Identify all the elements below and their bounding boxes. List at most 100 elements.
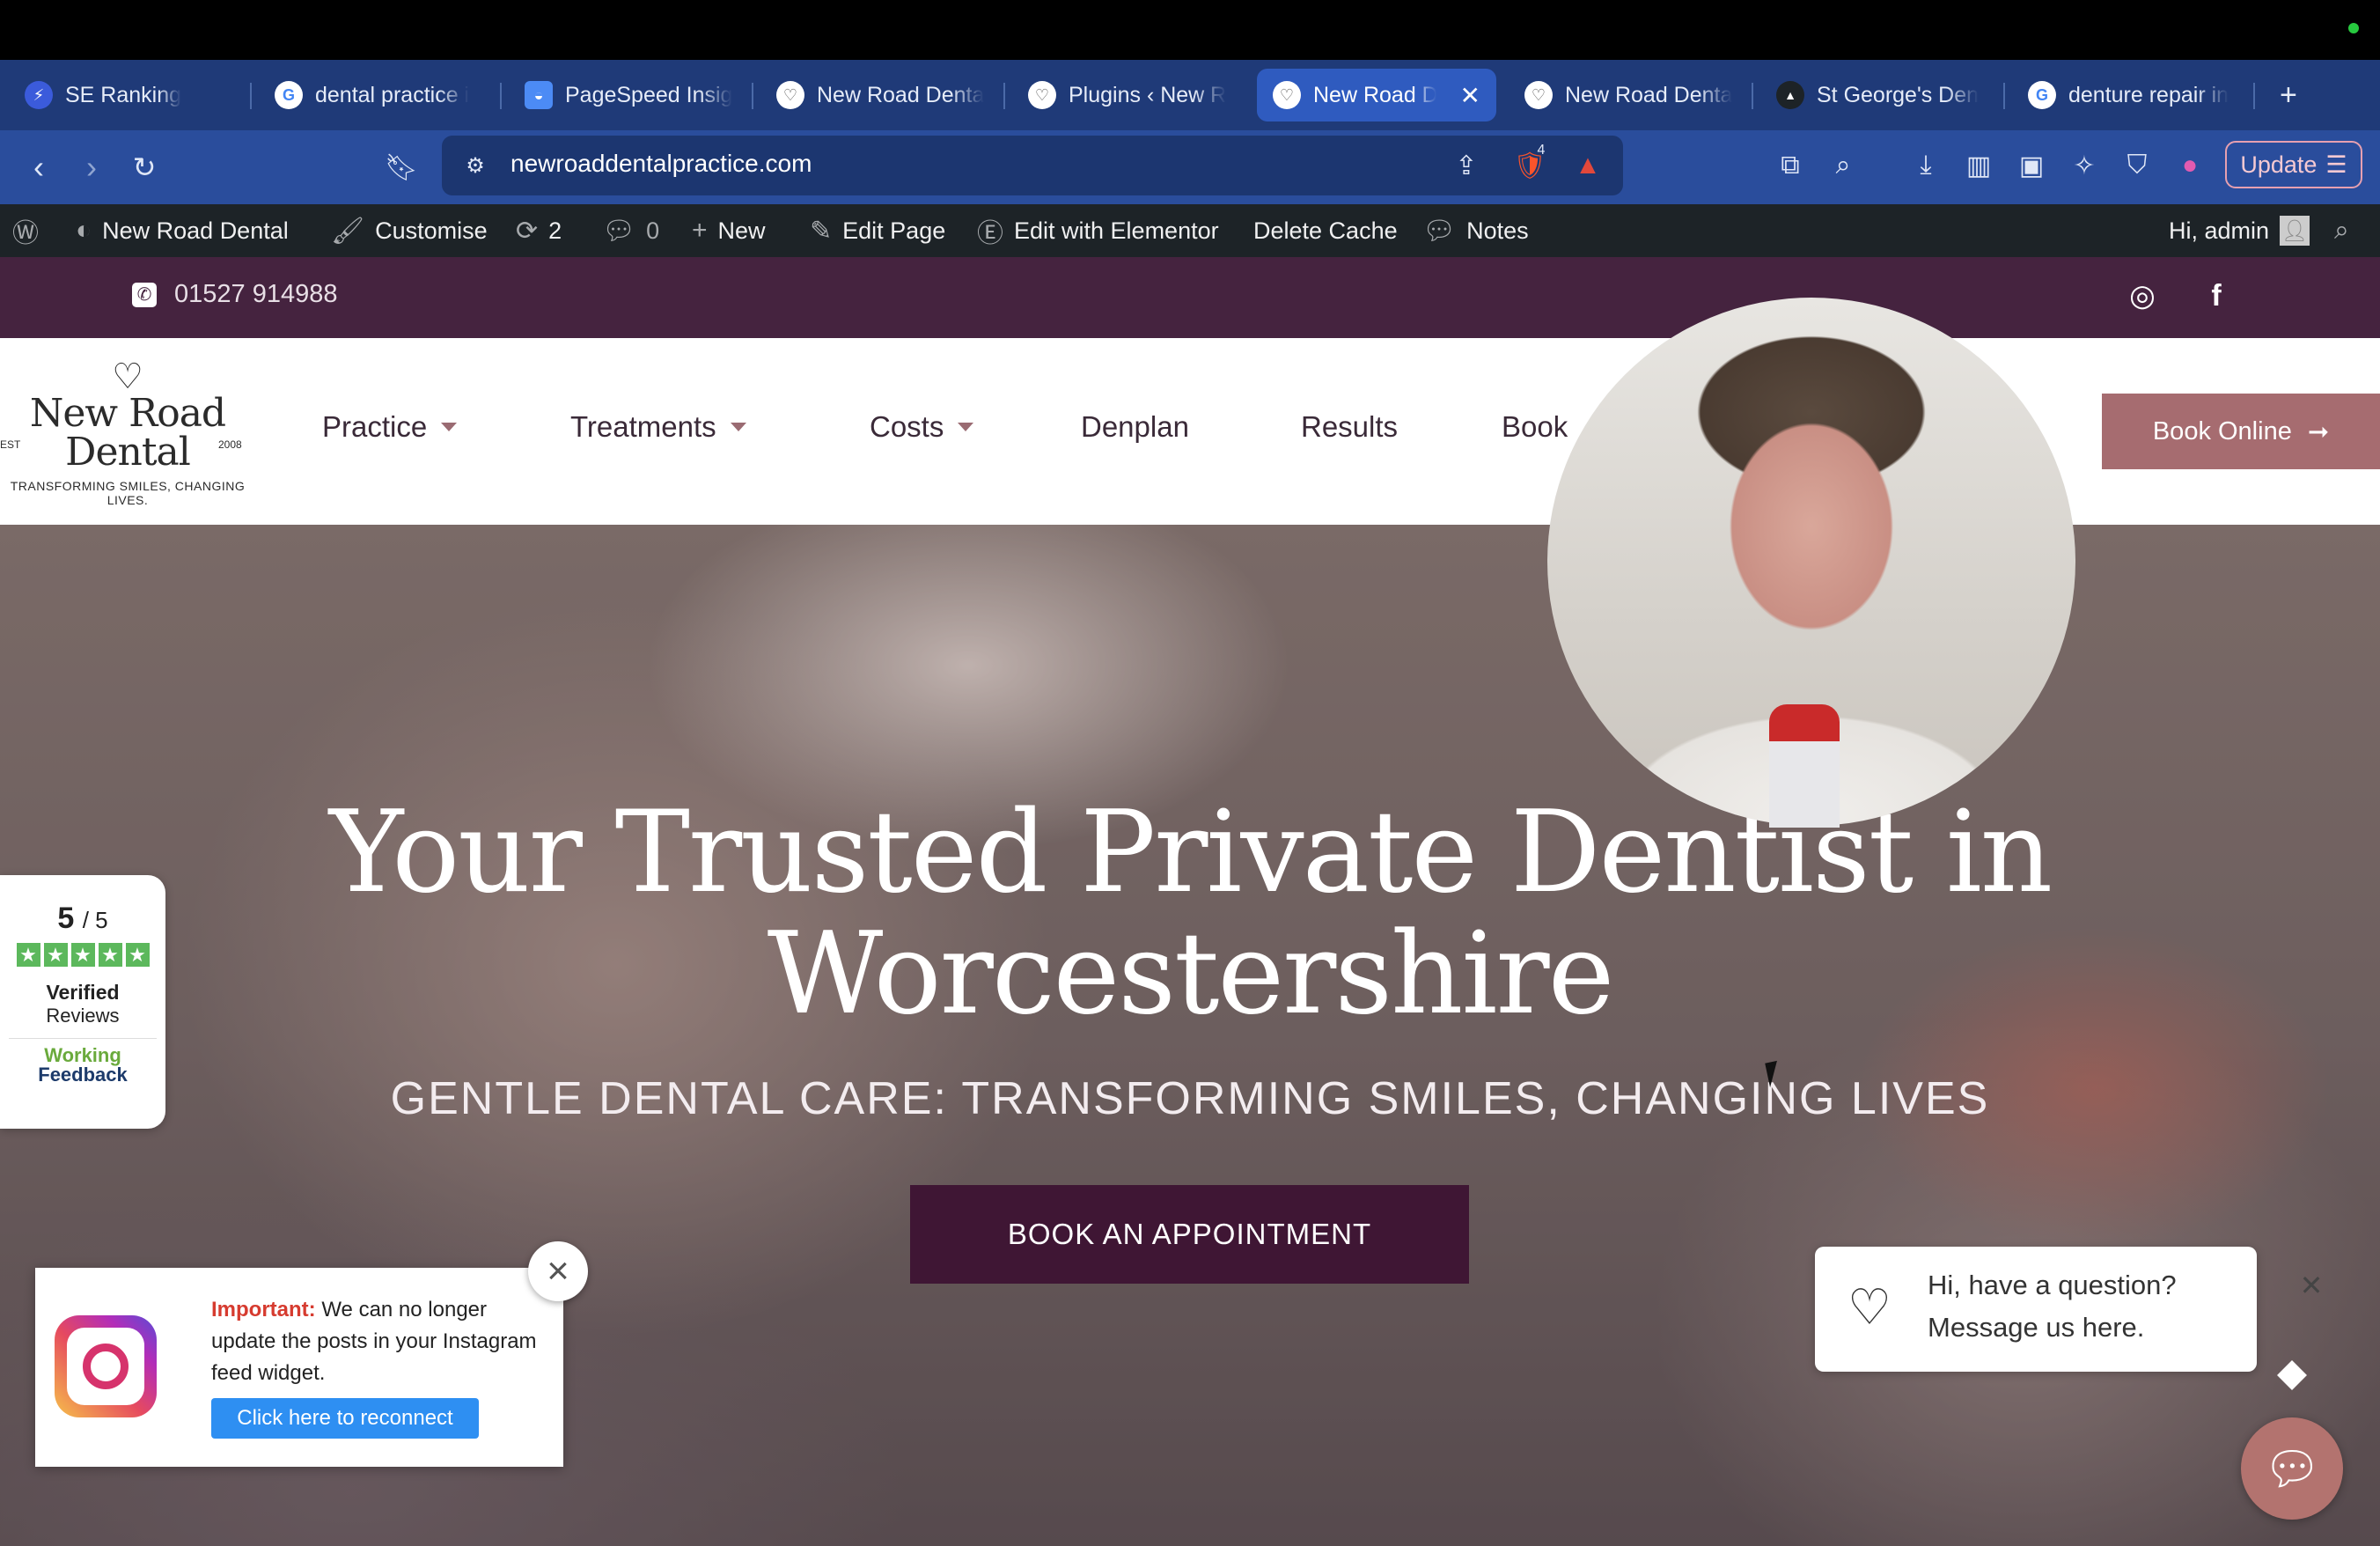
account-menu[interactable]: Hi, admin 👤︎ xyxy=(2169,204,2310,257)
site-settings-icon[interactable]: ⚙ xyxy=(458,148,493,183)
bottle-in-webcam xyxy=(1769,704,1840,828)
tab-title: Plugins ‹ New R xyxy=(1069,82,1227,107)
tooth-icon: ♡ xyxy=(1524,81,1553,109)
pencil-icon: ✎ xyxy=(810,216,833,246)
share-icon[interactable]: ⇪ xyxy=(1449,148,1484,183)
sidebar-icon[interactable]: ▥ xyxy=(1961,148,1996,183)
tab-strip: ⚡ SE Ranking G dental practice i ◒ PageS… xyxy=(0,60,2380,130)
edit-elementor-link[interactable]: Ⓔ Edit with Elementor xyxy=(977,204,1219,257)
site-logo[interactable]: ♡ New Road Dental TRANSFORMING SMILES, C… xyxy=(0,359,255,509)
tab-title: SE Ranking xyxy=(65,82,182,107)
reload-button[interactable]: ↻ xyxy=(123,146,165,188)
chat-icon: 💬︎ xyxy=(2262,1443,2321,1495)
chat-line2: Message us here. xyxy=(1928,1312,2145,1343)
back-button[interactable]: ‹ xyxy=(18,146,60,188)
leo-ai-icon[interactable]: ✧ xyxy=(2067,148,2102,183)
star-rating: ★ ★ ★ ★ ★ xyxy=(0,943,165,967)
comment-icon: 💬︎ xyxy=(602,216,636,246)
tab-denture-repair[interactable]: G denture repair in xyxy=(2012,69,2259,121)
tab-st-georges[interactable]: ▲ St George's Den xyxy=(1760,69,2007,121)
phone-icon: ✆ xyxy=(132,282,157,307)
caret-down-icon xyxy=(958,423,974,431)
facebook-icon[interactable]: f xyxy=(2199,278,2234,313)
logo-est: EST xyxy=(0,438,21,451)
avatar: 👤︎ xyxy=(2280,216,2310,246)
wordpress-logo-button[interactable]: Ⓦ xyxy=(12,204,39,257)
edit-elementor-label: Edit with Elementor xyxy=(1014,217,1219,244)
logo-name-line1: New Road xyxy=(29,391,226,436)
nav-label: Costs xyxy=(870,410,944,443)
nav-costs[interactable]: Costs xyxy=(870,410,974,444)
updates-link[interactable]: ⟳ 2 xyxy=(516,204,562,257)
comments-link[interactable]: 💬︎ 0 xyxy=(602,204,659,257)
search-icon: ⌕ xyxy=(2334,216,2349,245)
brave-rewards-icon[interactable]: ▲ xyxy=(1570,148,1605,183)
forward-button[interactable]: › xyxy=(70,146,113,188)
updates-icon: ⟳ xyxy=(516,216,539,246)
tooth-icon: ♡ xyxy=(1028,81,1056,109)
tab-plugins[interactable]: ♡ Plugins ‹ New R xyxy=(1012,69,1250,121)
edit-page-link[interactable]: ✎ Edit Page xyxy=(810,204,945,257)
se-ranking-icon: ⚡ xyxy=(25,81,53,109)
tab-title: New Road D xyxy=(1313,82,1436,107)
tab-title: denture repair in xyxy=(2068,82,2229,107)
vpn-icon[interactable]: ⛉ xyxy=(2119,148,2155,183)
notes-label: Notes xyxy=(1466,217,1529,244)
nav-treatments[interactable]: Treatments xyxy=(570,410,746,444)
wallet-icon[interactable]: ▣ xyxy=(2014,148,2049,183)
important-label: Important: xyxy=(211,1298,316,1321)
update-label: Update xyxy=(2240,151,2318,178)
book-appointment-button[interactable]: BOOK AN APPOINTMENT xyxy=(910,1185,1469,1284)
reader-mode-icon[interactable]: ⌕ xyxy=(1825,148,1861,183)
elementor-icon: Ⓔ xyxy=(977,219,1003,248)
tooth-icon: ♡ xyxy=(776,81,804,109)
tab-se-ranking[interactable]: ⚡ SE Ranking xyxy=(9,69,246,121)
tab-new-road-dental-active[interactable]: ♡ New Road D ✕ xyxy=(1257,69,1496,121)
wp-search-button[interactable]: ⌕ xyxy=(2334,204,2349,257)
shield-count-badge: 4 xyxy=(1537,143,1546,158)
st-george-icon: ▲ xyxy=(1776,81,1804,109)
hero-subtitle: GENTLE DENTAL CARE: TRANSFORMING SMILES,… xyxy=(390,1073,1990,1124)
book-online-button[interactable]: Book Online ➞ xyxy=(2102,394,2380,469)
phone-link[interactable]: ✆ 01527 914988 xyxy=(132,280,337,309)
greeting-label: Hi, admin xyxy=(2169,217,2270,244)
star-icon: ★ xyxy=(16,943,40,967)
nav-results[interactable]: Results xyxy=(1301,410,1398,444)
tab-title: PageSpeed Insig xyxy=(565,82,733,107)
brush-icon: 🖌︎ xyxy=(331,216,365,246)
new-tab-button[interactable]: + xyxy=(2264,69,2317,121)
profile-icon[interactable]: ● xyxy=(2172,148,2207,183)
pagespeed-icon: ◒ xyxy=(525,81,553,109)
tab-new-road-dental-2[interactable]: ♡ New Road Denta xyxy=(1509,69,1755,121)
reconnect-button[interactable]: Click here to reconnect xyxy=(211,1398,479,1439)
nav-practice[interactable]: Practice xyxy=(322,410,458,444)
notes-link[interactable]: 💬︎ Notes xyxy=(1422,204,1529,257)
close-notice-icon[interactable]: × xyxy=(528,1241,588,1301)
update-button[interactable]: Update ☰ xyxy=(2225,141,2362,188)
tab-new-road-dental-1[interactable]: ♡ New Road Denta xyxy=(760,69,1007,121)
tooth-icon: ♡ xyxy=(1273,81,1301,109)
new-label: New xyxy=(717,217,766,244)
nav-denplan[interactable]: Denplan xyxy=(1081,410,1189,444)
score-value: 5 xyxy=(57,902,75,935)
nav-label: Treatments xyxy=(570,410,716,443)
customise-link[interactable]: 🖌︎ Customise xyxy=(331,204,488,257)
new-content-link[interactable]: + New xyxy=(692,204,766,257)
instagram-icon[interactable]: ◎ xyxy=(2125,278,2160,313)
nav-label: Practice xyxy=(322,410,428,443)
close-chat-icon[interactable]: ✕ xyxy=(2294,1268,2329,1303)
bookmark-icon[interactable]: 🔖︎ xyxy=(380,146,422,188)
close-tab-icon[interactable]: ✕ xyxy=(1460,81,1480,110)
delete-cache-link[interactable]: Delete Cache xyxy=(1253,204,1398,257)
chat-launcher-button[interactable]: 💬︎ xyxy=(2241,1417,2343,1520)
star-icon: ★ xyxy=(43,943,68,967)
downloads-icon[interactable]: ⤓ xyxy=(1908,148,1943,183)
reviews-badge[interactable]: 5 / 5 ★ ★ ★ ★ ★ Verified Reviews Working… xyxy=(0,875,165,1129)
nav-label: Book xyxy=(1502,410,1568,443)
extensions-icon[interactable]: ⧉ xyxy=(1773,148,1808,183)
nav-book[interactable]: Book xyxy=(1502,410,1568,444)
menu-icon: ☰ xyxy=(2325,151,2347,178)
tab-pagespeed[interactable]: ◒ PageSpeed Insig xyxy=(509,69,755,121)
site-name-link[interactable]: ◐ New Road Dental xyxy=(76,204,289,257)
tab-dental-practice[interactable]: G dental practice i xyxy=(259,69,496,121)
